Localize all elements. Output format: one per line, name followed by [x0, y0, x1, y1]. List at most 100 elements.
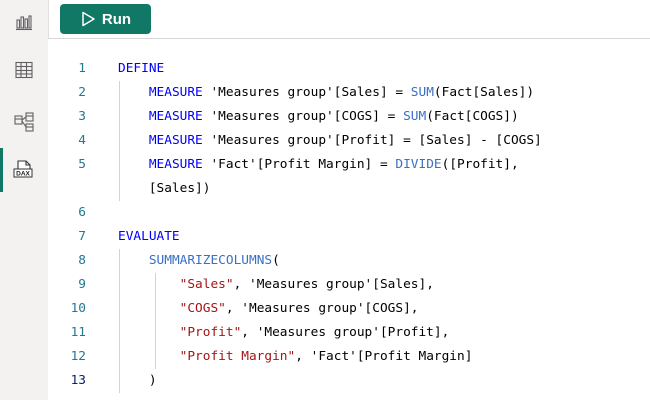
code-token: 'Fact'[Profit Margin] = [202, 157, 396, 172]
run-button[interactable]: Run [60, 4, 151, 34]
indent-guide [119, 273, 120, 297]
code-line[interactable]: 8 SUMMARIZECOLUMNS( [48, 249, 650, 273]
code-line[interactable]: 12 "Profit Margin", 'Fact'[Profit Margin… [48, 345, 650, 369]
code-token: MEASURE [148, 157, 203, 172]
code-text: "COGS", 'Measures group'[COGS], [118, 297, 419, 321]
table-icon [15, 61, 33, 79]
line-number: 11 [70, 325, 86, 340]
play-icon [82, 11, 95, 27]
indent-guide [119, 81, 120, 105]
code-token: "COGS" [179, 301, 226, 316]
code-token: , 'Measures group'[Profit], [241, 325, 450, 340]
line-number: 13 [70, 373, 86, 388]
code-line[interactable]: 3 MEASURE 'Measures group'[COGS] = SUM(F… [48, 105, 650, 129]
code-text: SUMMARIZECOLUMNS( [118, 249, 280, 273]
code-line[interactable]: 13 ) [48, 369, 650, 393]
line-number: 3 [78, 109, 86, 124]
code-text: MEASURE 'Measures group'[Sales] = SUM(Fa… [118, 81, 534, 105]
indent-guide [119, 369, 120, 393]
indent-guide [155, 345, 156, 369]
line-number: 10 [70, 301, 86, 316]
code-text: MEASURE 'Measures group'[COGS] = SUM(Fac… [118, 105, 519, 129]
code-token: DEFINE [118, 61, 165, 76]
indent-guide [119, 105, 120, 129]
code-line[interactable]: 6 [48, 201, 650, 225]
code-token: ( [272, 253, 280, 268]
code-token: EVALUATE [118, 229, 180, 244]
indent-guide [119, 297, 120, 321]
line-number: 1 [78, 61, 86, 76]
code-token: , 'Measures group'[COGS], [225, 301, 419, 316]
indent-guide [119, 177, 120, 201]
line-number: 7 [78, 229, 86, 244]
code-text: [Sales]) [118, 177, 211, 201]
model-view-button[interactable] [0, 100, 48, 144]
code-line[interactable]: 7 EVALUATE [48, 225, 650, 249]
code-token: 'Measures group'[Profit] = [Sales] - [CO… [202, 133, 542, 148]
indent-guide [119, 249, 120, 273]
code-token: 'Measures group'[Sales] = [202, 85, 411, 100]
code-token: ([Profit], [441, 157, 519, 172]
code-line[interactable]: 1 DEFINE [48, 57, 650, 81]
code-token: (Fact[Sales]) [433, 85, 535, 100]
code-line[interactable]: 2 MEASURE 'Measures group'[Sales] = SUM(… [48, 81, 650, 105]
indent-guide [119, 321, 120, 345]
code-line[interactable]: 4 MEASURE 'Measures group'[Profit] = [Sa… [48, 129, 650, 153]
dax-icon: DAX [13, 160, 33, 178]
code-text: ) [118, 369, 157, 393]
code-text: MEASURE 'Fact'[Profit Margin] = DIVIDE([… [118, 153, 519, 177]
report-view-button[interactable] [0, 0, 48, 44]
code-token: "Profit Margin" [179, 349, 296, 364]
line-number: 4 [78, 133, 86, 148]
code-token: , 'Measures group'[Sales], [233, 277, 434, 292]
code-text: DEFINE [118, 57, 164, 81]
code-token: MEASURE [148, 109, 203, 124]
code-text: "Profit Margin", 'Fact'[Profit Margin] [118, 345, 473, 369]
line-number: 5 [78, 157, 86, 172]
code-line[interactable]: 9 "Sales", 'Measures group'[Sales], [48, 273, 650, 297]
run-label: Run [101, 10, 132, 28]
code-text: "Sales", 'Measures group'[Sales], [118, 273, 434, 297]
code-token: "Sales" [179, 277, 234, 292]
indent-guide [119, 153, 120, 177]
code-token: SUM [410, 85, 434, 100]
toolbar: Run [48, 0, 650, 38]
code-token: 'Measures group'[COGS] = [202, 109, 404, 124]
indent-guide [155, 321, 156, 345]
model-icon [14, 112, 34, 132]
bar-chart-icon [16, 15, 32, 31]
code-line[interactable]: 10 "COGS", 'Measures group'[COGS], [48, 297, 650, 321]
code-token: SUMMARIZECOLUMNS [148, 253, 273, 268]
code-area[interactable]: 1 DEFINE 2 MEASURE 'Measures group'[Sales]… [48, 57, 650, 393]
code-line[interactable]: 5 MEASURE 'Fact'[Profit Margin] = DIVIDE… [48, 153, 650, 177]
dax-query-editor[interactable]: 1 DEFINE 2 MEASURE 'Measures group'[Sales]… [48, 38, 650, 400]
dax-query-view-button[interactable]: DAX [0, 148, 48, 192]
code-token: MEASURE [148, 85, 203, 100]
code-token: "Profit" [179, 325, 242, 340]
code-line[interactable]: 11 "Profit", 'Measures group'[Profit], [48, 321, 650, 345]
code-token: ) [118, 373, 157, 388]
table-view-button[interactable] [0, 48, 48, 92]
line-number: 8 [78, 253, 86, 268]
code-text: "Profit", 'Measures group'[Profit], [118, 321, 450, 345]
code-token: SUM [403, 109, 427, 124]
line-number: 12 [70, 349, 86, 364]
code-token: , 'Fact'[Profit Margin] [295, 349, 473, 364]
code-text: EVALUATE [118, 225, 180, 249]
code-token: [Sales]) [118, 181, 211, 196]
indent-guide [119, 129, 120, 153]
code-text: MEASURE 'Measures group'[Profit] = [Sale… [118, 129, 542, 153]
line-number: 6 [78, 205, 86, 220]
indent-guide [155, 273, 156, 297]
code-token: (Fact[COGS]) [426, 109, 519, 124]
indent-guide [155, 297, 156, 321]
line-number: 9 [78, 277, 86, 292]
code-line[interactable]: [Sales]) [48, 177, 650, 201]
